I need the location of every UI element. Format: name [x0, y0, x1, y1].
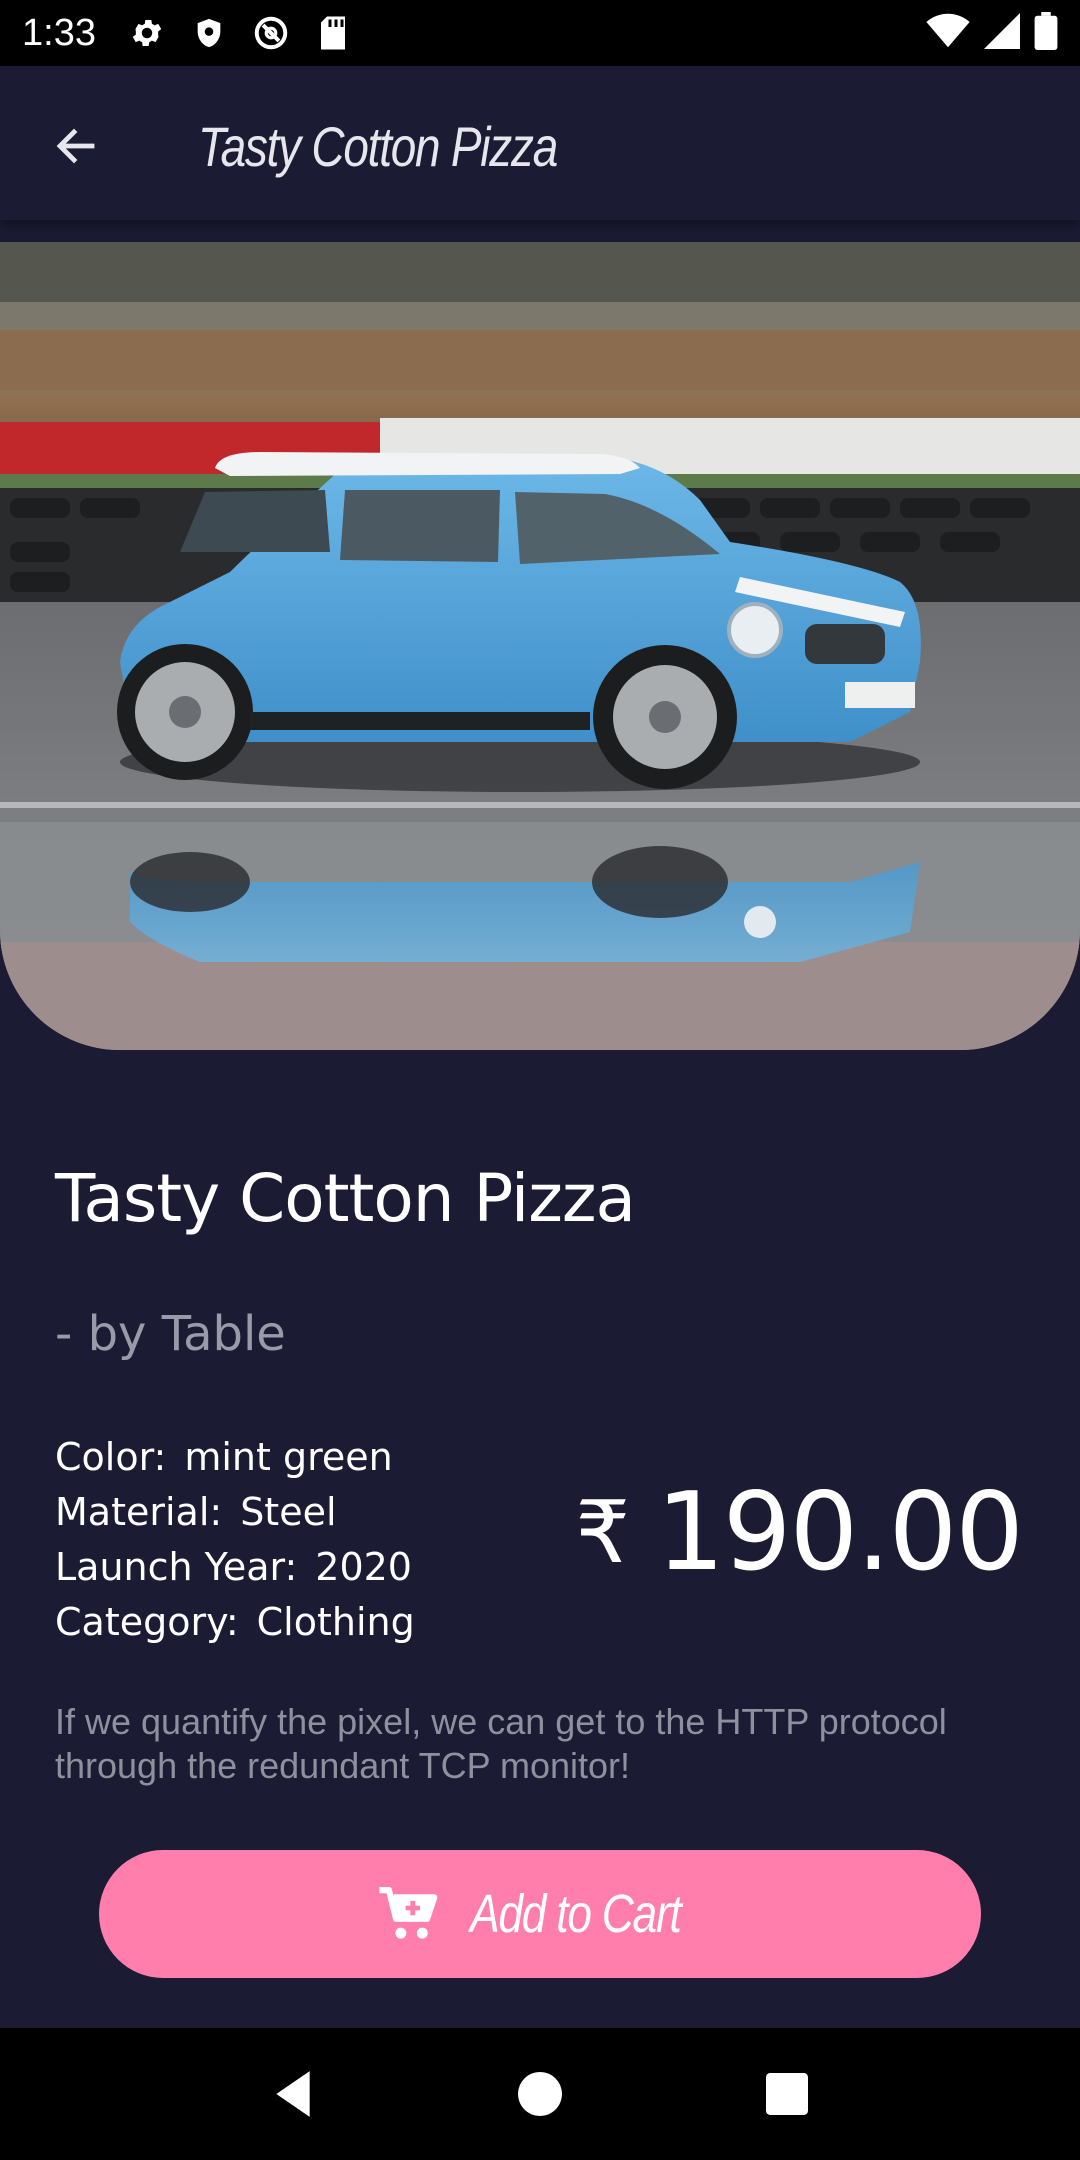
sd-card-icon — [312, 12, 354, 54]
price-value: 190.00 — [656, 1470, 1024, 1595]
spec-row-category: Category: Clothing — [55, 1595, 415, 1650]
currency-symbol: ₹ — [575, 1482, 630, 1583]
arrow-back-icon[interactable] — [46, 116, 106, 176]
status-time: 1:33 — [22, 11, 96, 54]
recents-square-icon[interactable] — [752, 2059, 822, 2129]
battery-icon — [1034, 11, 1058, 55]
product-image — [0, 242, 1080, 1050]
app-bar: Tasty Cotton Pizza — [0, 66, 1080, 220]
status-bar: 1:33 — [0, 0, 1080, 66]
gear-icon — [126, 12, 168, 54]
system-nav-bar — [0, 2028, 1080, 2160]
wifi-icon — [926, 13, 970, 54]
product-brand: - by Table — [55, 1306, 286, 1362]
add-to-cart-label: Add to Cart — [469, 1884, 682, 1944]
cart-plus-icon — [377, 1885, 439, 1943]
spec-row-material: Material: Steel — [55, 1485, 415, 1540]
spec-row-launch-year: Launch Year: 2020 — [55, 1540, 415, 1595]
at-sign-icon — [250, 12, 292, 54]
product-name: Tasty Cotton Pizza — [55, 1160, 636, 1237]
app-bar-title: Tasty Cotton Pizza — [198, 115, 558, 178]
shield-icon — [188, 12, 230, 54]
spec-value: Steel — [240, 1490, 337, 1534]
spec-value: mint green — [184, 1435, 393, 1479]
signal-icon — [984, 12, 1020, 54]
product-price: ₹ 190.00 — [575, 1470, 1024, 1595]
back-triangle-icon[interactable] — [258, 2059, 328, 2129]
spec-key: Color: — [55, 1435, 167, 1479]
spec-key: Category: — [55, 1600, 239, 1644]
home-circle-icon[interactable] — [505, 2059, 575, 2129]
spec-key: Material: — [55, 1490, 223, 1534]
add-to-cart-button[interactable]: Add to Cart — [99, 1850, 981, 1978]
spec-key: Launch Year: — [55, 1545, 298, 1589]
spec-value: Clothing — [256, 1600, 415, 1644]
product-specs: Color: mint green Material: Steel Launch Y… — [55, 1430, 415, 1650]
spec-row-color: Color: mint green — [55, 1430, 415, 1485]
product-description: If we quantify the pixel, we can get to … — [55, 1701, 947, 1786]
spec-value: 2020 — [315, 1545, 412, 1589]
